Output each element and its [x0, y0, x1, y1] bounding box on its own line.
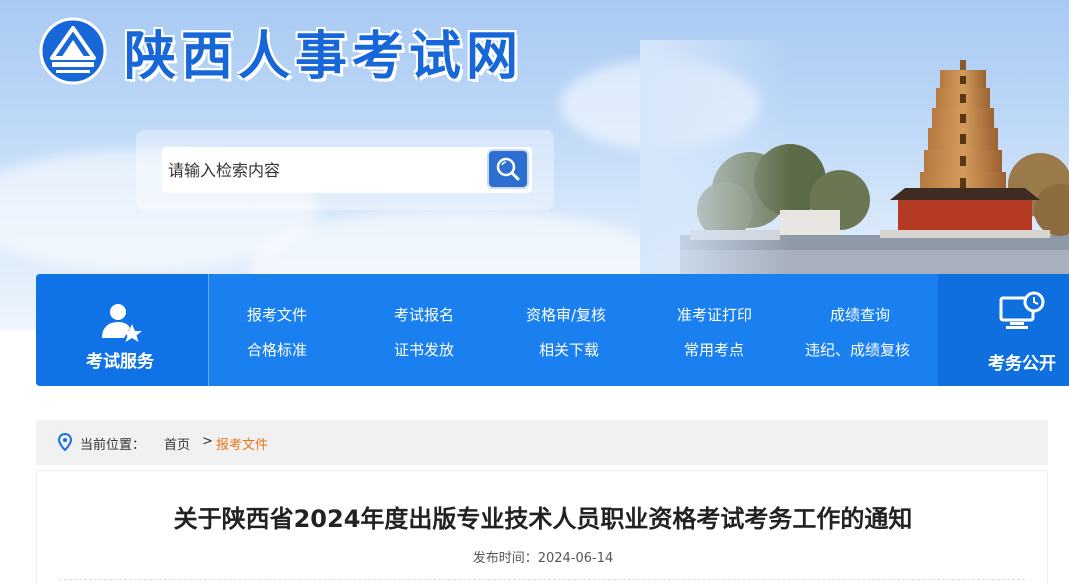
site-title[interactable]: 陕西人事考试网	[124, 14, 523, 89]
nav-link-downloads[interactable]: 相关下载	[539, 339, 599, 360]
location-pin-icon	[58, 433, 72, 451]
mountain-emblem-icon[interactable]	[38, 16, 108, 86]
publish-time-value: 2024-06-14	[537, 551, 614, 566]
user-star-icon	[102, 304, 142, 342]
exam-service-block[interactable]: 考试服务	[36, 274, 208, 386]
nav-link-exam-sites[interactable]: 常用考点	[684, 339, 744, 360]
exam-public-label: 考务公开	[988, 354, 1056, 374]
article-title: 关于陕西省2024年度出版专业技术人员职业资格考试考务工作的通知	[173, 505, 913, 533]
page: 陕西人事考试网 考试服务 报考文件 考试报名 资格审/复核 准考证打印 成绩查询	[0, 0, 1069, 584]
exam-service-label: 考试服务	[86, 352, 154, 372]
nav-divider	[208, 274, 209, 386]
divider	[59, 579, 1025, 580]
nav-link-violation-recheck[interactable]: 违纪、成绩复核	[805, 339, 910, 360]
nav-link-score-query[interactable]: 成绩查询	[830, 304, 890, 325]
breadcrumb-current[interactable]: 报考文件	[216, 434, 268, 453]
exam-public-block[interactable]: 考务公开	[938, 274, 1069, 386]
publish-time-label: 发布时间：	[472, 551, 538, 566]
pagoda-scene-image	[640, 40, 1069, 280]
nav-link-certificate-issue[interactable]: 证书发放	[394, 339, 454, 360]
search-button[interactable]	[487, 149, 529, 189]
main-nav: 考试服务 报考文件 考试报名 资格审/复核 准考证打印 成绩查询 合格标准 证书…	[36, 274, 1069, 386]
breadcrumb-home[interactable]: 首页	[164, 434, 190, 453]
search-icon	[496, 157, 520, 181]
article: 关于陕西省2024年度出版专业技术人员职业资格考试考务工作的通知 发布时间：20…	[36, 470, 1048, 584]
nav-link-pass-standard[interactable]: 合格标准	[247, 339, 307, 360]
nav-link-registration-docs[interactable]: 报考文件	[247, 304, 307, 325]
nav-link-exam-signup[interactable]: 考试报名	[394, 304, 454, 325]
breadcrumb-prefix: 当前位置：	[80, 438, 146, 453]
breadcrumb-separator: >	[202, 434, 213, 449]
monitor-clock-icon	[999, 291, 1045, 329]
nav-link-admission-ticket[interactable]: 准考证打印	[677, 304, 752, 325]
search-input[interactable]	[162, 147, 532, 193]
nav-link-qualification-review[interactable]: 资格审/复核	[526, 304, 606, 325]
article-date: 发布时间：2024-06-14	[37, 547, 1049, 566]
breadcrumb: 当前位置： 首页 > 报考文件	[36, 420, 1048, 465]
